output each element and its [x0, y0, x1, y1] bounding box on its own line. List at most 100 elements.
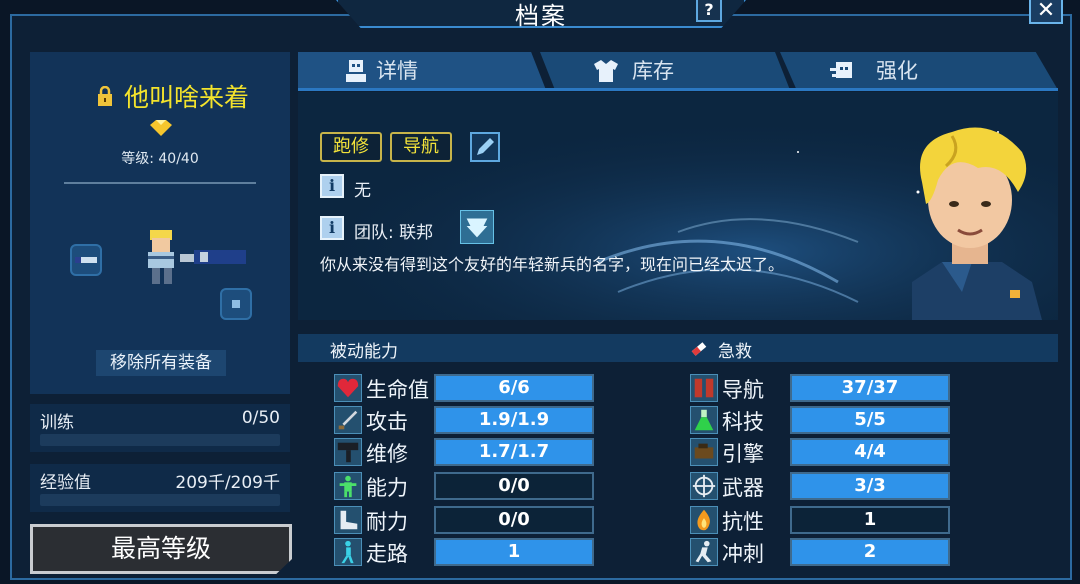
rocket-launcher-sprite [180, 250, 246, 264]
skill-name: 导航 [722, 378, 764, 402]
hammer-icon [334, 438, 362, 466]
federation-icon [460, 210, 494, 244]
tab-inventory-label: 库存 [632, 59, 674, 83]
skill-bar: 3/3 [790, 472, 950, 500]
skill-row: 攻击 1.9/1.9 [334, 404, 594, 436]
skill-bar: 1 [790, 506, 950, 534]
equipment-slot-right[interactable] [220, 288, 252, 320]
skill-row: 武器 3/3 [690, 470, 950, 502]
skill-name: 引擎 [722, 442, 764, 466]
crew-description: 你从来没有得到这个友好的年轻新兵的名字，现在问已经太迟了。 [320, 255, 785, 274]
tab-details[interactable]: 详情 [298, 52, 546, 90]
skill-name: 科技 [722, 410, 764, 434]
skill-name: 冲刺 [722, 542, 764, 566]
skill-bar: 1 [434, 538, 594, 566]
skill-value: 0/0 [498, 475, 530, 496]
crew-summary-panel: 他叫啥来着 等级: 40/40 移除所有装备 [30, 52, 290, 394]
skills-header: 被动能力 急救 [298, 334, 1058, 362]
skill-value: 1 [507, 541, 521, 562]
walk-icon [334, 538, 362, 566]
crosshair-icon [690, 472, 718, 500]
tab-underline [298, 88, 1058, 91]
help-button[interactable]: ? [696, 0, 722, 22]
lock-icon [98, 86, 112, 106]
edit-pencil-icon[interactable] [470, 132, 500, 162]
tab-inventory[interactable]: 库存 [540, 52, 790, 90]
training-label: 训练 [40, 413, 74, 433]
skill-value: 1.7/1.7 [478, 441, 550, 462]
info-line: 无 [354, 181, 371, 201]
boot-icon [334, 506, 362, 534]
skill-row: 维修 1.7/1.7 [334, 436, 594, 468]
skill-value: 3/3 [854, 475, 886, 496]
training-stat: 训练 0/50 [30, 404, 290, 452]
max-level-button[interactable]: 最高等级 [30, 524, 292, 574]
skill-value: 6/6 [498, 377, 530, 398]
skill-row: 导航 37/37 [690, 372, 950, 404]
title-tab: 档案 [336, 0, 746, 28]
crew-sprite [148, 230, 174, 284]
equipment-slot-left[interactable] [70, 244, 102, 276]
training-bar [40, 434, 280, 446]
person-icon [346, 60, 366, 82]
rank-gem-icon [150, 120, 172, 136]
passive-abilities-title: 被动能力 [330, 342, 398, 362]
skill-row: 抗性 1 [690, 504, 950, 536]
skill-bar: 0/0 [434, 506, 594, 534]
info-icon[interactable]: i [320, 174, 344, 198]
skill-row: 生命值 6/6 [334, 372, 594, 404]
shirt-icon [594, 60, 618, 82]
crew-level: 等级: 40/40 [121, 151, 199, 167]
skill-bar: 37/37 [790, 374, 950, 402]
skill-name: 抗性 [722, 510, 764, 534]
team-info-icon[interactable]: i [320, 216, 344, 240]
team-line: 团队: 联邦 [354, 223, 434, 243]
fire-icon [690, 506, 718, 534]
skill-name: 攻击 [366, 410, 408, 434]
tab-upgrade-label: 强化 [876, 59, 918, 83]
details-content: 跑修 导航 i 无 i 团队: 联邦 你从来没有得到这个友好的年轻新兵的名字，现… [298, 92, 1058, 320]
skill-row: 科技 5/5 [690, 404, 950, 436]
skill-bar: 4/4 [790, 438, 950, 466]
skill-row: 走路 1 [334, 536, 594, 568]
remove-all-equipment-button[interactable]: 移除所有装备 [96, 350, 226, 376]
sword-icon [334, 406, 362, 434]
skill-name: 走路 [366, 542, 408, 566]
skill-value: 4/4 [854, 441, 886, 462]
upgrade-icon [830, 62, 852, 78]
close-button[interactable]: ✕ [1029, 0, 1063, 24]
first-aid-icon [691, 342, 707, 356]
skill-bar: 6/6 [434, 374, 594, 402]
experience-value: 209千/209千 [175, 473, 280, 493]
skill-value: 0/0 [498, 509, 530, 530]
skill-tag-1: 跑修 [320, 132, 382, 162]
skill-bar: 1.9/1.9 [434, 406, 594, 434]
skill-bar: 2 [790, 538, 950, 566]
training-value: 0/50 [241, 408, 280, 428]
skill-bar: 0/0 [434, 472, 594, 500]
skill-row: 能力 0/0 [334, 470, 594, 502]
skill-row: 冲刺 2 [690, 536, 950, 568]
first-aid-title: 急救 [718, 342, 752, 362]
skill-name: 生命值 [366, 378, 429, 402]
skill-value: 37/37 [841, 377, 899, 398]
skill-tag-2: 导航 [390, 132, 452, 162]
blaster-icon [75, 257, 97, 263]
skill-name: 能力 [366, 476, 408, 500]
skill-bar: 1.7/1.7 [434, 438, 594, 466]
divider [64, 182, 256, 184]
experience-stat: 经验值 209千/209千 [30, 464, 290, 512]
skill-value: 5/5 [854, 409, 886, 430]
skill-value: 1.9/1.9 [478, 409, 550, 430]
run-icon [690, 538, 718, 566]
skill-name: 耐力 [366, 510, 408, 534]
tab-upgrade[interactable]: 强化 [780, 52, 1058, 90]
crew-name: 他叫啥来着 [124, 83, 250, 112]
skill-value: 2 [863, 541, 877, 562]
skill-row: 耐力 0/0 [334, 504, 594, 536]
skill-row: 引擎 4/4 [690, 436, 950, 468]
skill-value: 1 [863, 509, 877, 530]
ability-icon [334, 472, 362, 500]
empty-slot-icon [232, 300, 240, 308]
pilot-icon [690, 374, 718, 402]
